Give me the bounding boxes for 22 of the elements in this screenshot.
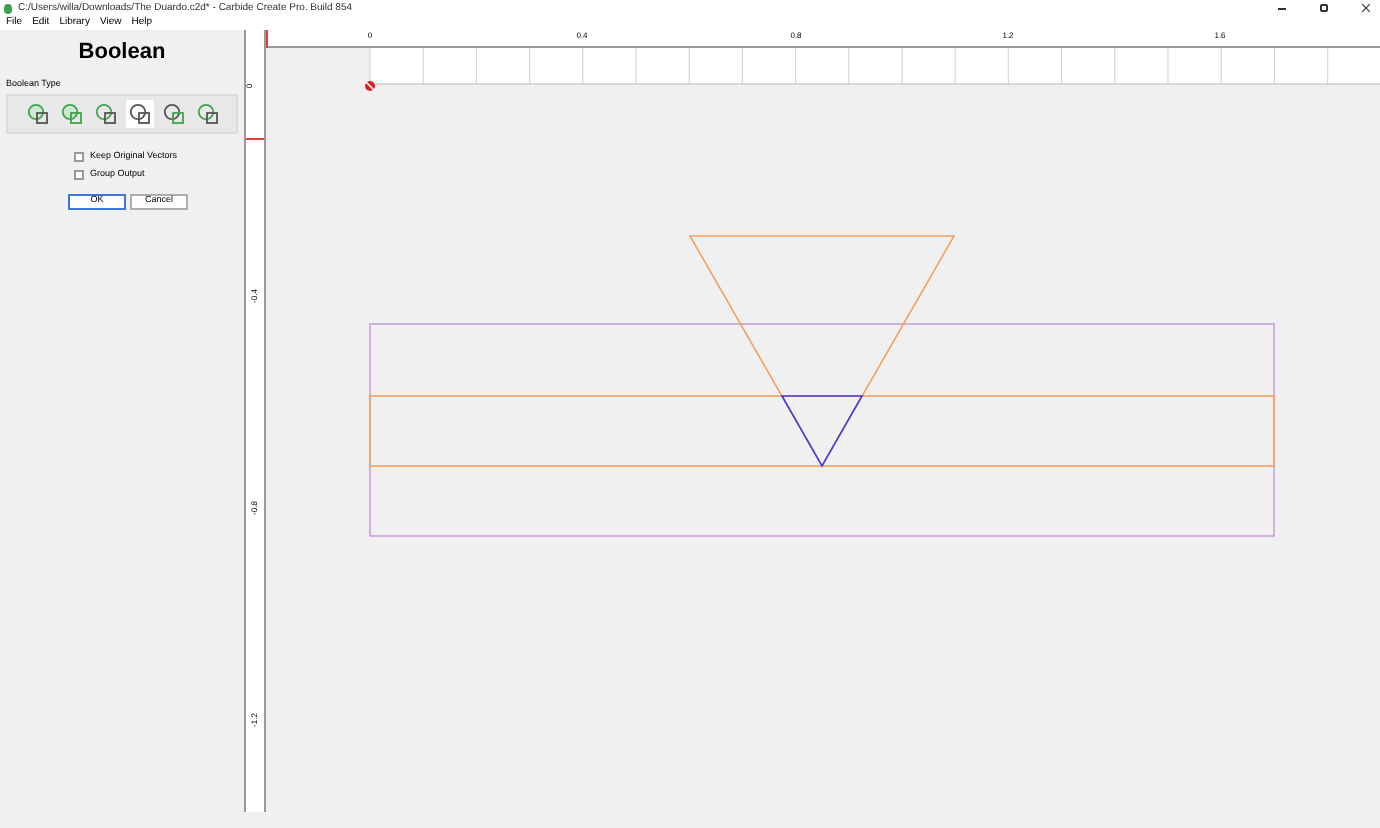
ruler-marker [246,138,264,140]
boolean-operation-button[interactable] [23,99,51,127]
restore-icon[interactable] [1320,4,1328,12]
shape-overlap-icon [25,101,49,125]
checkbox[interactable] [74,169,84,179]
origin-marker-icon [365,81,375,91]
result-triangle [780,395,864,468]
minimize-icon[interactable] [1278,7,1286,9]
checkbox[interactable] [74,151,84,161]
shape-overlap-icon [161,101,185,125]
panel-title: Boolean [76,42,168,64]
close-icon[interactable] [1362,4,1370,12]
app-logo-icon [4,3,12,13]
shape-overlap-icon [127,101,151,125]
shape-overlap-icon [195,101,219,125]
boolean-operation-button[interactable] [125,99,153,127]
boolean-operation-button[interactable] [91,99,119,127]
ruler-marker [266,30,268,48]
boolean-operation-button[interactable] [193,99,221,127]
shape-overlap-icon [93,101,117,125]
boolean-operation-button[interactable] [159,99,187,127]
shape-overlap-icon [59,101,83,125]
